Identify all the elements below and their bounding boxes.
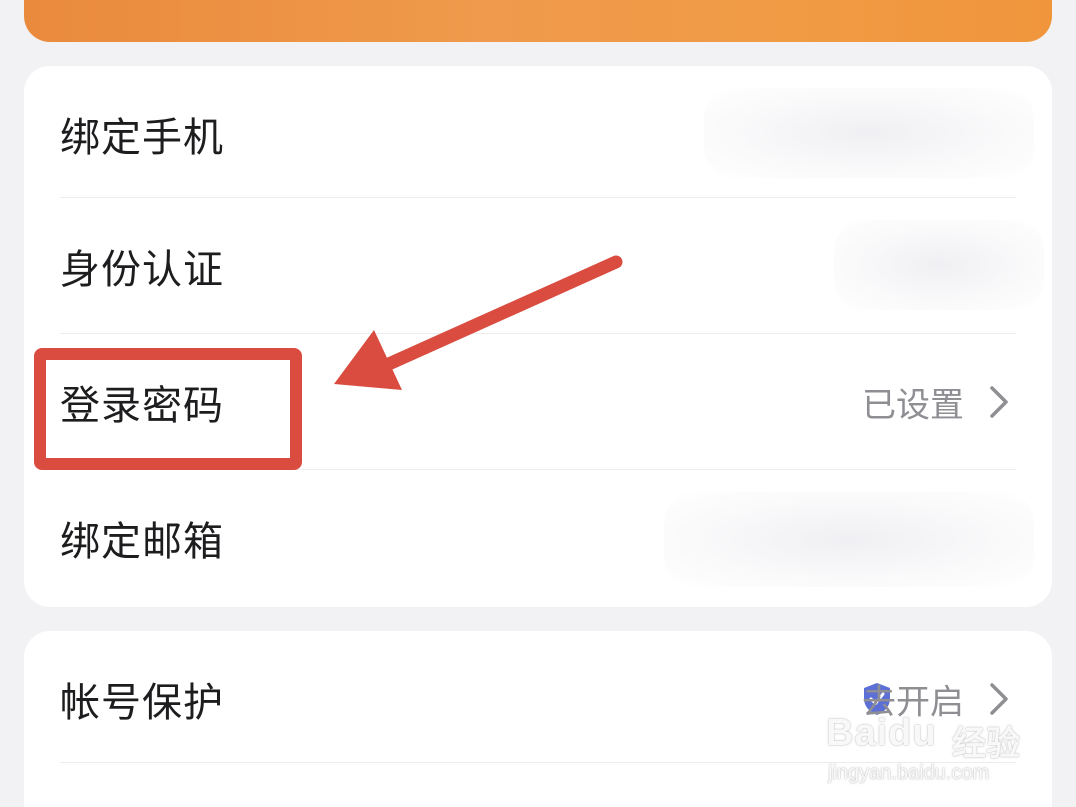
account-protection-label: 帐号保护 — [60, 679, 224, 726]
security-settings-page: 绑定手机 身份认证 登录密码 已设置 绑定邮箱 帐号保护 去开启 Baidu 经… — [0, 0, 1076, 807]
watermark-brand: Baidu — [826, 712, 937, 754]
row-bind-phone[interactable]: 绑定手机 — [24, 66, 1052, 201]
identity-verification-label: 身份认证 — [60, 246, 224, 293]
watermark-cn: 经验 — [952, 724, 1020, 764]
annotation-arrow-icon — [334, 255, 623, 390]
watermark-url: jingyan.baidu.com — [828, 762, 990, 784]
login-password-status: 已设置 — [862, 385, 964, 425]
blurred-identity-value — [834, 220, 1044, 310]
row-bind-email[interactable]: 绑定邮箱 — [24, 470, 1052, 605]
baidu-jingyan-watermark: Baidu 经验 jingyan.baidu.com — [826, 712, 1026, 802]
bind-phone-label: 绑定手机 — [60, 114, 224, 161]
annotation-highlight-box — [34, 348, 302, 470]
top-banner — [24, 0, 1052, 42]
blurred-phone-value — [704, 88, 1034, 178]
chevron-right-icon — [990, 385, 1008, 418]
blurred-email-value — [664, 492, 1034, 587]
bind-email-label: 绑定邮箱 — [60, 518, 224, 565]
